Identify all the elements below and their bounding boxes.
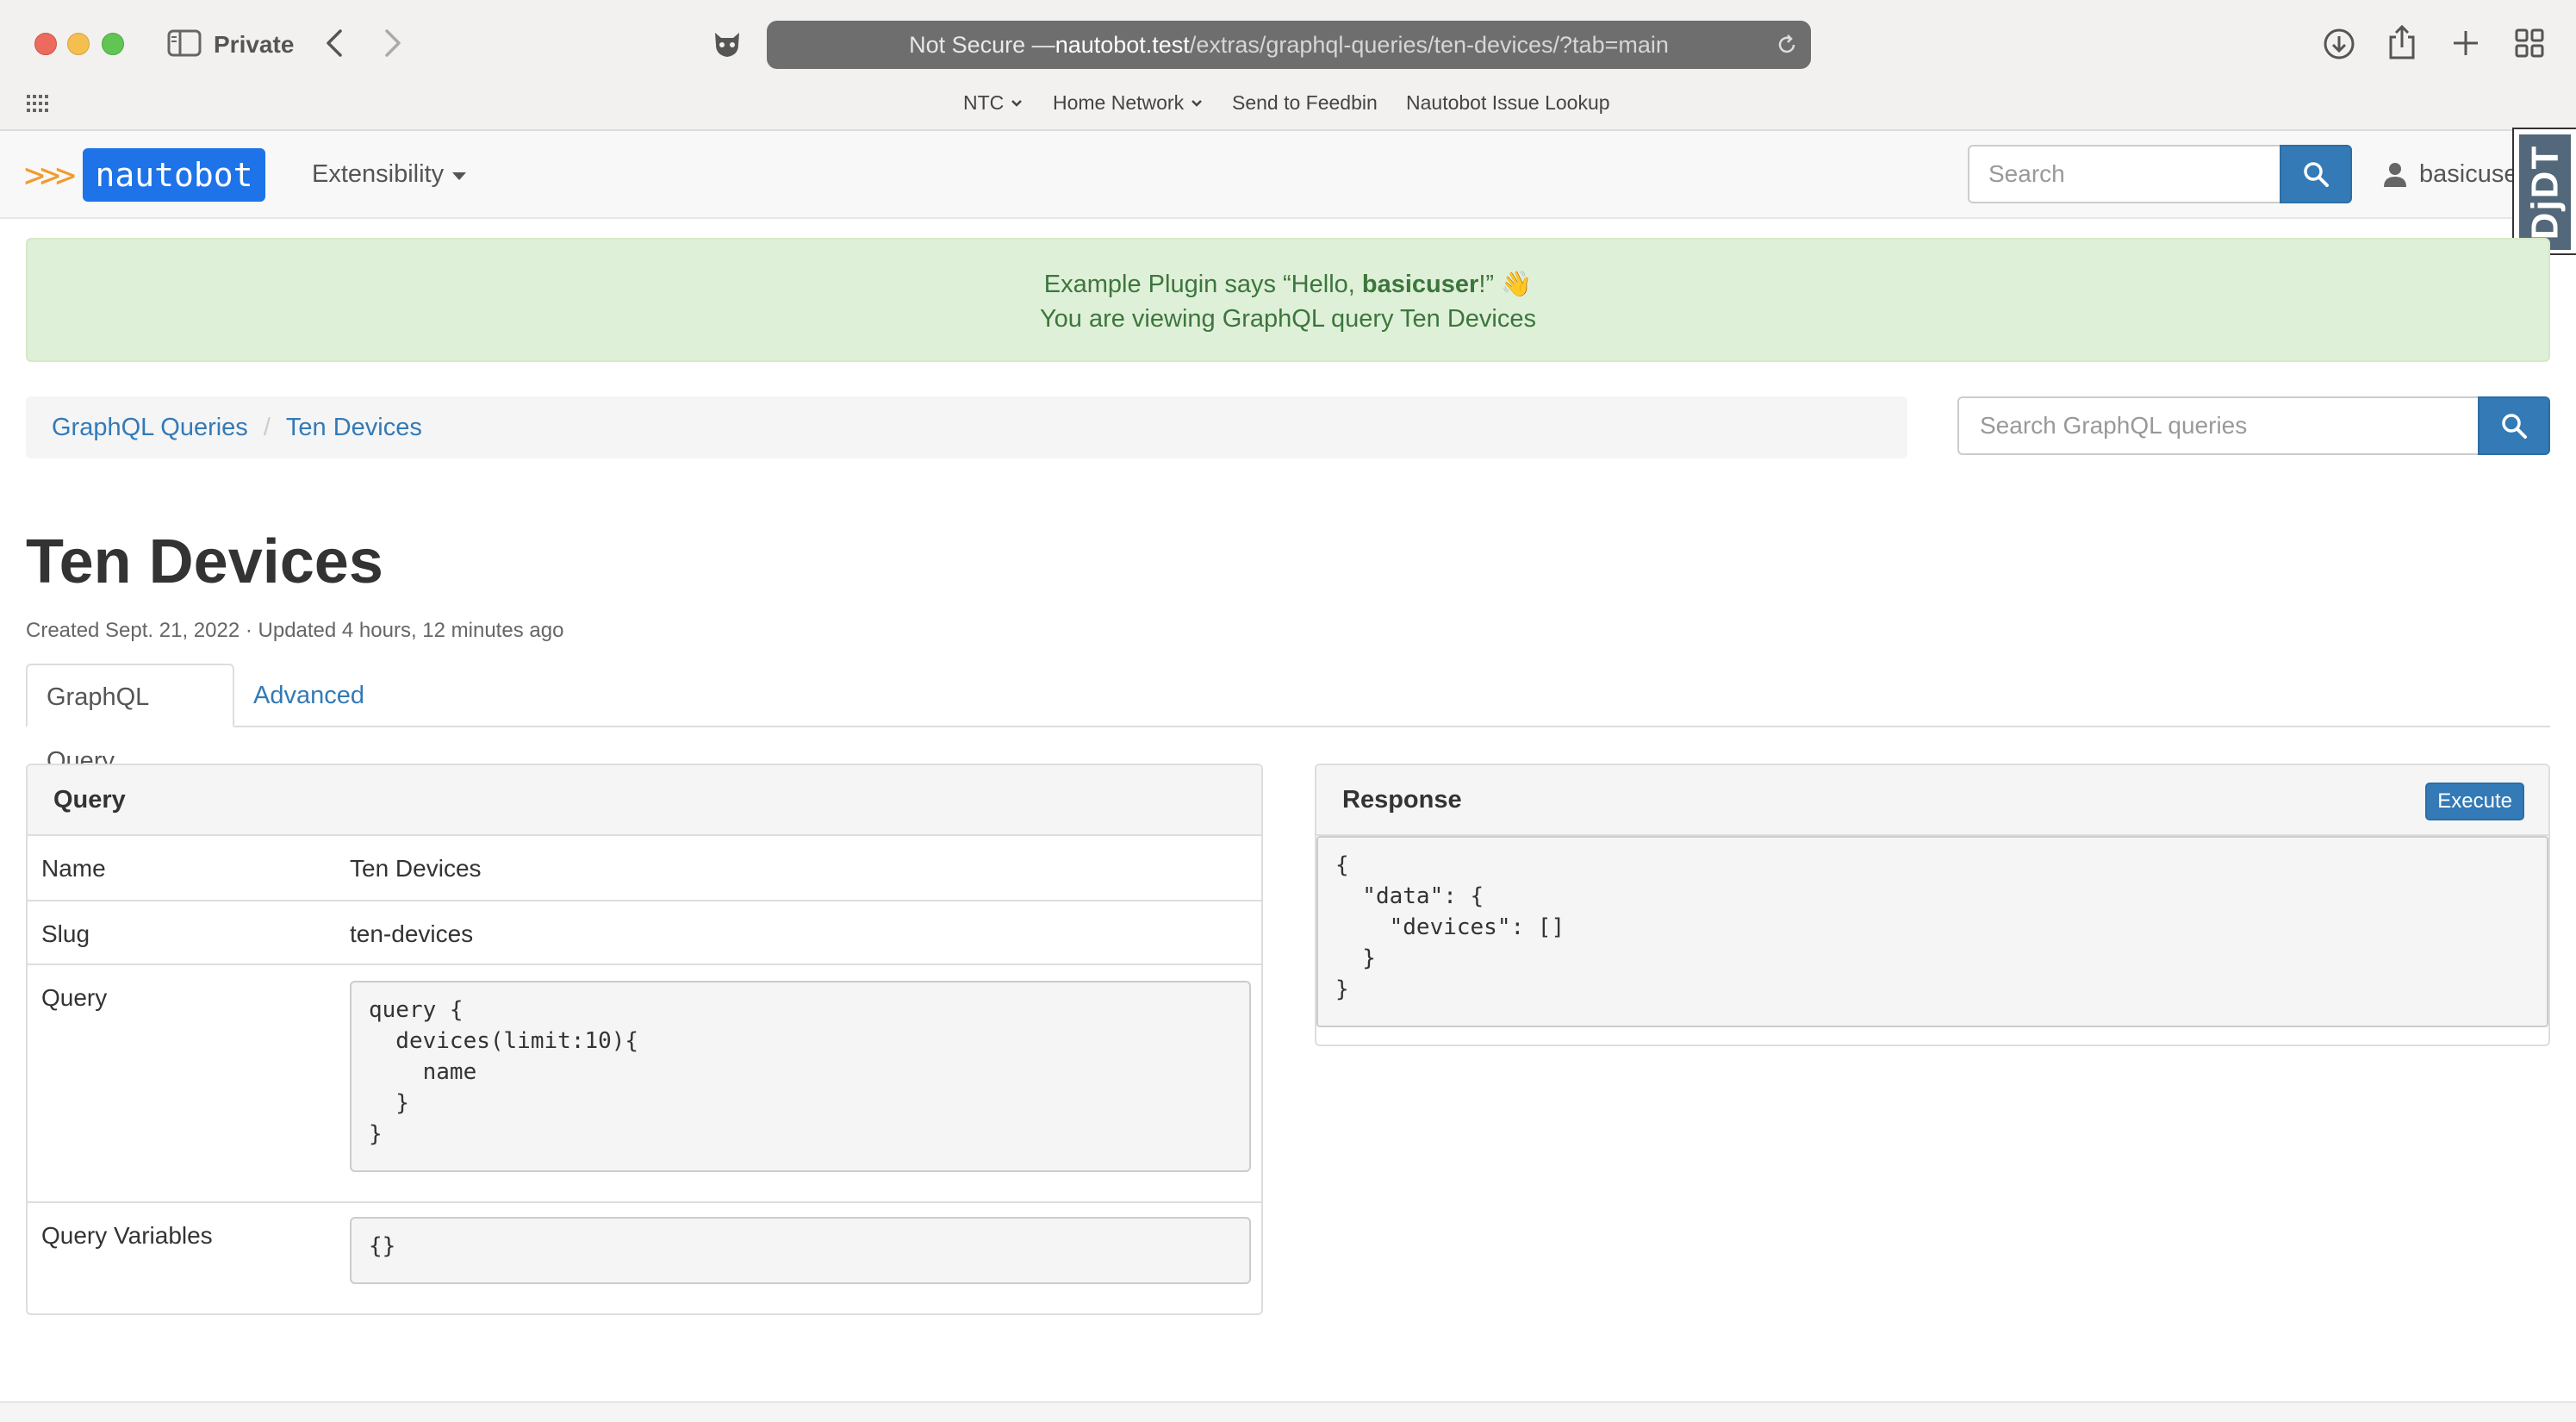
user-icon <box>2384 163 2406 187</box>
row-key-query-variables: Query Variables <box>41 1222 213 1249</box>
global-search-button[interactable] <box>2280 145 2352 203</box>
username-label: basicuser <box>2419 160 2527 188</box>
tab-advanced[interactable]: Advanced <box>234 664 383 727</box>
share-icon[interactable] <box>2385 22 2419 62</box>
django-debug-toolbar-handle[interactable]: DjDT <box>2512 128 2576 255</box>
bookmarks-bar: NTC Home Network Send to Feedbin Nautobo… <box>0 88 2576 119</box>
table-row: Query Variables {} <box>28 1203 1261 1313</box>
footer <box>0 1403 2576 1422</box>
zoom-window-button[interactable] <box>102 33 124 55</box>
app-navbar: >>> nautobot Extensibility basicuser <box>0 131 2576 219</box>
chevron-down-icon <box>1011 99 1023 107</box>
query-panel: Query Name Ten Devices Slug ten-devices … <box>26 764 1263 1315</box>
query-code-block: query { devices(limit:10){ name } } <box>350 981 1251 1172</box>
execute-button[interactable]: Execute <box>2425 783 2524 820</box>
bookmark-send-to-feedbin[interactable]: Send to Feedbin <box>1232 91 1378 115</box>
response-heading-label: Response <box>1342 786 1462 814</box>
page-title: Ten Devices <box>26 527 383 596</box>
table-row: Query query { devices(limit:10){ name } … <box>28 965 1261 1203</box>
graphql-queries-search-input[interactable] <box>1957 396 2480 455</box>
djdt-label: DjDT <box>2523 144 2566 240</box>
row-value-slug: ten-devices <box>350 920 474 947</box>
caret-down-icon <box>452 172 467 180</box>
extensibility-menu[interactable]: Extensibility <box>312 157 467 191</box>
tab-graphql-query[interactable]: GraphQL Query <box>26 664 234 775</box>
new-tab-icon[interactable] <box>2448 26 2483 60</box>
breadcrumb-graphql-queries[interactable]: GraphQL Queries <box>52 414 248 442</box>
query-variables-code-block: {} <box>350 1217 1251 1284</box>
search-icon <box>2502 414 2527 439</box>
breadcrumb-separator: / <box>263 413 271 441</box>
extensibility-menu-label: Extensibility <box>312 160 445 188</box>
table-row: Slug ten-devices <box>28 901 1261 965</box>
response-code-block: { "data": { "devices": [] } } <box>1316 836 2548 1027</box>
user-menu[interactable]: basicuser <box>2383 157 2526 191</box>
graphql-queries-search-button[interactable] <box>2478 396 2550 455</box>
table-row: Name Ten Devices <box>28 836 1261 901</box>
sidebar-toggle-icon[interactable] <box>167 29 202 57</box>
global-search-input[interactable] <box>1968 145 2281 203</box>
plugin-alert: Example Plugin says “Hello, basicuser!” … <box>26 238 2550 362</box>
tab-overview-icon[interactable] <box>2512 26 2547 60</box>
url-path: /extras/graphql-queries/ten-devices/?tab… <box>1189 31 1669 58</box>
bookmark-home-network[interactable]: Home Network <box>1053 91 1203 115</box>
logo-chevrons: >>> <box>24 156 76 196</box>
page-meta: Created Sept. 21, 2022 · Updated 4 hours… <box>26 619 564 642</box>
query-panel-heading: Query <box>28 765 1261 836</box>
breadcrumb: GraphQL Queries / Ten Devices <box>26 396 1907 458</box>
bookmark-issue-lookup[interactable]: Nautobot Issue Lookup <box>1406 91 1610 115</box>
minimize-window-button[interactable] <box>67 33 90 55</box>
forward-icon[interactable] <box>377 26 408 60</box>
close-window-button[interactable] <box>34 33 57 55</box>
url-security-label: Not Secure — <box>909 31 1055 58</box>
alert-line-2: You are viewing GraphQL query Ten Device… <box>1039 305 1537 333</box>
back-icon[interactable] <box>319 26 350 60</box>
browser-chrome: Private Not Secure — nautobot.test /extr… <box>0 0 2576 131</box>
tabs-divider <box>26 726 2550 727</box>
alert-line-1: Example Plugin says “Hello, basicuser!” … <box>1043 271 1533 298</box>
chevron-down-icon <box>1192 99 1202 107</box>
bookmark-ntc[interactable]: NTC <box>963 91 1023 115</box>
response-panel-heading: Response Execute <box>1316 765 2548 836</box>
search-icon <box>2304 162 2329 187</box>
row-key-name: Name <box>41 855 106 882</box>
reload-icon[interactable] <box>1775 33 1799 57</box>
nautobot-logo[interactable]: nautobot <box>83 148 265 202</box>
url-host: nautobot.test <box>1055 31 1190 58</box>
alert-username: basicuser <box>1361 271 1479 298</box>
row-key-query: Query <box>41 984 108 1011</box>
row-key-slug: Slug <box>41 920 90 947</box>
extension-icon[interactable] <box>708 24 746 62</box>
private-label: Private <box>214 31 295 58</box>
response-panel: Response Execute { "data": { "devices": … <box>1315 764 2550 1046</box>
download-icon[interactable] <box>2321 26 2357 62</box>
address-bar[interactable]: Not Secure — nautobot.test /extras/graph… <box>767 21 1811 69</box>
breadcrumb-ten-devices[interactable]: Ten Devices <box>286 414 422 442</box>
row-value-name: Ten Devices <box>350 855 482 882</box>
